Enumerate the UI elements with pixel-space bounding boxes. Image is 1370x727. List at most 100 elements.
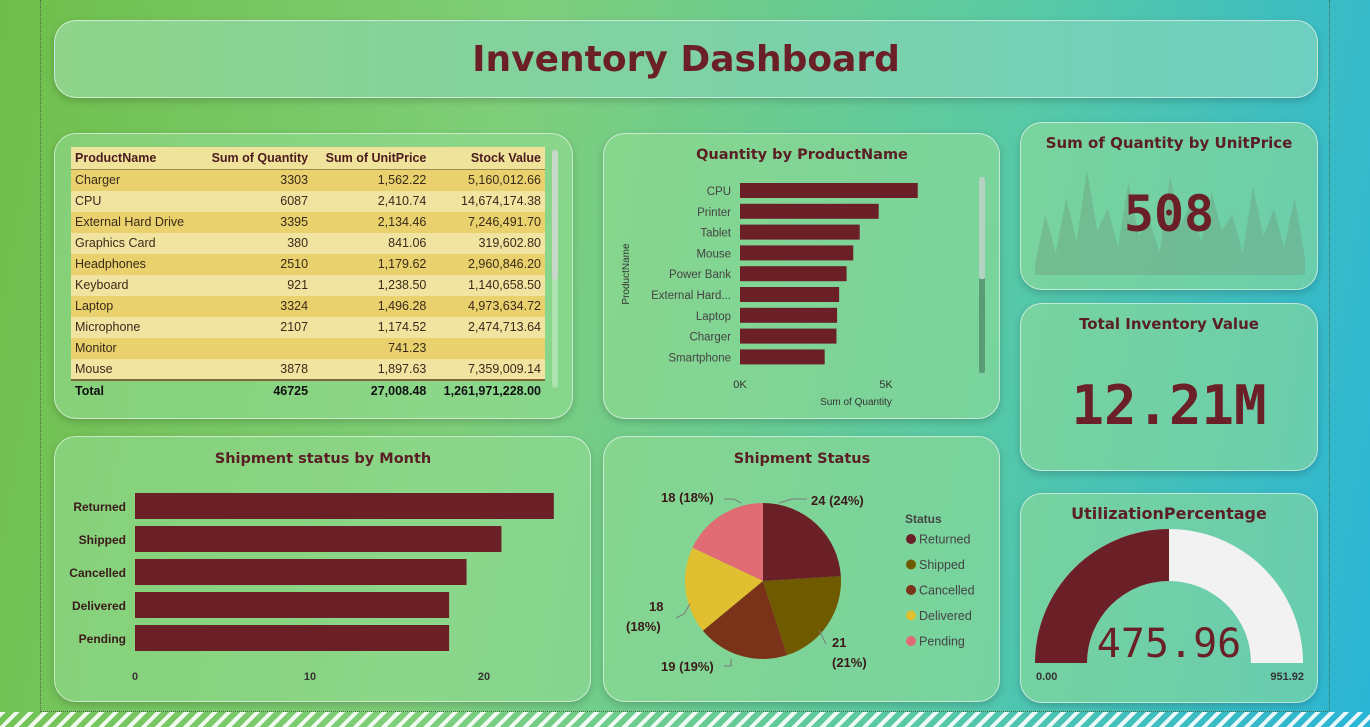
ship-month-category-label: Delivered bbox=[72, 599, 126, 613]
total-cell: 1,261,971,228.00 bbox=[430, 378, 545, 401]
cell-productname: Keyboard bbox=[71, 274, 199, 296]
cell-sum-quantity: 6087 bbox=[198, 190, 313, 212]
bottom-stripe-decoration bbox=[0, 712, 1370, 727]
table-scrollbar[interactable] bbox=[552, 150, 558, 388]
ship-month-bar[interactable] bbox=[135, 625, 450, 651]
table-row[interactable]: Mouse 3878 1,897.63 7,359,009.14 bbox=[71, 358, 545, 380]
total-cell: 46725 bbox=[198, 378, 313, 401]
qty-bar[interactable] bbox=[740, 183, 918, 198]
qty-category-label: Power Bank bbox=[669, 269, 731, 281]
table-row[interactable]: External Hard Drive 3395 2,134.46 7,246,491… bbox=[71, 211, 545, 233]
qty-chart-title: Quantity by ProductName bbox=[696, 147, 908, 163]
cell-productname: CPU bbox=[71, 190, 199, 212]
leader-line-delivered bbox=[675, 603, 691, 619]
cell-stock-value: 5,160,012.66 bbox=[430, 169, 545, 191]
legend-marker bbox=[906, 559, 916, 570]
qty-category-label: Smartphone bbox=[668, 352, 731, 364]
utilization-gauge-card: UtilizationPercentage 475.96 0.00 951.92 bbox=[1020, 493, 1318, 703]
qty-tick-5k: 5K bbox=[879, 379, 893, 391]
utilization-gauge: 475.96 0.00 951.92 bbox=[1035, 529, 1304, 683]
leader-line-cancelled bbox=[724, 659, 732, 667]
leader-line-pending bbox=[724, 498, 742, 504]
ship-month-tick-20: 20 bbox=[478, 671, 490, 683]
qty-chart-scrollbar-thumb[interactable] bbox=[979, 177, 985, 279]
cell-sum-quantity: 2510 bbox=[198, 253, 313, 275]
cell-stock-value: 7,359,009.14 bbox=[430, 358, 545, 380]
ship-month-category-label: Cancelled bbox=[69, 566, 126, 580]
ship-month-bar[interactable] bbox=[135, 592, 450, 618]
product-table-card: ProductName Sum of Quantity Sum of UnitP… bbox=[54, 133, 573, 419]
cell-sum-unitprice: 1,496.28 bbox=[312, 295, 431, 317]
gauge-max: 951.92 bbox=[1270, 671, 1304, 683]
table-row[interactable]: Keyboard 921 1,238.50 1,140,658.50 bbox=[71, 274, 545, 296]
table-row[interactable]: Headphones 2510 1,179.62 2,960,846.20 bbox=[71, 253, 545, 275]
legend-item-label[interactable]: Pending bbox=[919, 635, 965, 649]
table-row[interactable]: Microphone 2107 1,174.52 2,474,713.64 bbox=[71, 316, 545, 338]
qty-bar[interactable] bbox=[740, 245, 854, 261]
legend-title: Status bbox=[905, 512, 942, 526]
legend-item-label[interactable]: Delivered bbox=[919, 609, 972, 623]
table-row[interactable]: Laptop 3324 1,496.28 4,973,634.72 bbox=[71, 295, 545, 317]
legend-item-label[interactable]: Shipped bbox=[919, 558, 965, 572]
slice-label-delivered-a: 18 bbox=[649, 599, 663, 614]
qty-tick-0k: 0K bbox=[733, 379, 747, 391]
kpi-inventory-value: 12.21M bbox=[1071, 374, 1267, 437]
cell-sum-unitprice: 1,562.22 bbox=[312, 169, 431, 191]
cell-sum-unitprice: 841.06 bbox=[312, 232, 431, 254]
qty-bar[interactable] bbox=[740, 307, 838, 323]
table-row[interactable]: Charger 3303 1,562.22 5,160,012.66 bbox=[71, 169, 545, 191]
qty-category-label: CPU bbox=[707, 186, 731, 198]
cell-stock-value: 1,140,658.50 bbox=[430, 274, 545, 296]
cell-stock-value: 2,474,713.64 bbox=[430, 316, 545, 338]
quantity-by-product-card: Quantity by ProductName ProductName Sum … bbox=[603, 133, 1000, 419]
shipment-month-bar-chart: Shipment status by Month 0 10 20 Returne… bbox=[69, 451, 554, 683]
slice-label-pending: 18 (18%) bbox=[661, 490, 714, 505]
cell-sum-unitprice: 2,134.46 bbox=[312, 211, 431, 233]
ship-month-bar[interactable] bbox=[135, 559, 467, 585]
header-stock-value[interactable]: Stock Value bbox=[430, 147, 545, 170]
qty-bar[interactable] bbox=[740, 266, 847, 282]
qty-x-axis-label: Sum of Quantity bbox=[820, 397, 892, 408]
legend-item-label[interactable]: Cancelled bbox=[919, 584, 975, 598]
legend-marker bbox=[906, 636, 916, 646]
table-scrollbar-thumb[interactable] bbox=[552, 150, 558, 280]
ship-month-title: Shipment status by Month bbox=[215, 451, 432, 467]
cell-sum-unitprice: 1,897.63 bbox=[312, 358, 431, 380]
legend-item-label[interactable]: Returned bbox=[919, 533, 970, 547]
table-row[interactable]: Monitor 741.23 bbox=[71, 337, 545, 359]
kpi-unitprice-title: Sum of Quantity by UnitPrice bbox=[1045, 134, 1293, 152]
qty-bar[interactable] bbox=[740, 328, 837, 344]
table-row[interactable]: Graphics Card 380 841.06 319,602.80 bbox=[71, 232, 545, 254]
cell-sum-quantity: 380 bbox=[198, 232, 313, 254]
header-productname[interactable]: ProductName bbox=[71, 147, 199, 170]
qty-bar[interactable] bbox=[740, 224, 860, 240]
slice-label-returned: 24 (24%) bbox=[811, 493, 864, 508]
gauge-min: 0.00 bbox=[1036, 671, 1057, 683]
qty-y-axis-label: ProductName bbox=[621, 243, 632, 305]
leader-line-shipped bbox=[818, 629, 827, 645]
cell-stock-value: 2,960,846.20 bbox=[430, 253, 545, 275]
qty-bar[interactable] bbox=[740, 203, 879, 219]
legend-marker bbox=[906, 585, 916, 595]
ship-status-title: Shipment Status bbox=[734, 451, 870, 467]
header-sum-unitprice[interactable]: Sum of UnitPrice bbox=[312, 147, 431, 170]
ship-month-bar[interactable] bbox=[135, 526, 502, 552]
header-sum-quantity[interactable]: Sum of Quantity bbox=[198, 147, 313, 170]
cell-productname: External Hard Drive bbox=[71, 211, 199, 233]
shipment-by-month-card: Shipment status by Month 0 10 20 Returne… bbox=[54, 436, 591, 702]
qty-category-label: Mouse bbox=[696, 248, 731, 260]
cell-stock-value: 4,973,634.72 bbox=[430, 295, 545, 317]
cell-sum-unitprice: 741.23 bbox=[312, 337, 431, 359]
table-header-row: ProductName Sum of Quantity Sum of UnitP… bbox=[71, 147, 545, 170]
ship-month-bar[interactable] bbox=[135, 493, 554, 519]
product-table: ProductName Sum of Quantity Sum of UnitP… bbox=[71, 147, 545, 401]
cell-productname: Mouse bbox=[71, 358, 199, 380]
pie-slice-returned[interactable] bbox=[763, 503, 841, 581]
ship-month-tick-10: 10 bbox=[304, 671, 316, 683]
qty-bar[interactable] bbox=[740, 287, 840, 302]
ship-month-category-label: Returned bbox=[73, 500, 126, 514]
table-row[interactable]: CPU 6087 2,410.74 14,674,174.38 bbox=[71, 190, 545, 212]
qty-bar[interactable] bbox=[740, 349, 825, 365]
cell-sum-quantity bbox=[198, 337, 313, 359]
cell-stock-value: 319,602.80 bbox=[430, 232, 545, 254]
